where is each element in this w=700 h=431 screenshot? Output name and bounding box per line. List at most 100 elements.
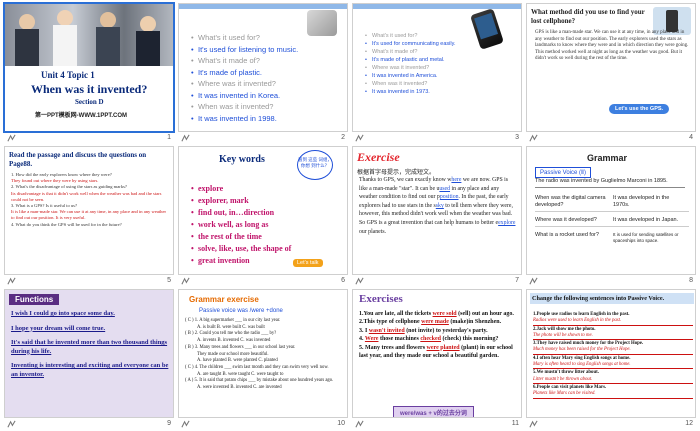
animation-icon — [355, 420, 364, 429]
animation-icon — [355, 134, 364, 143]
slide-number: 1 — [167, 134, 171, 141]
animation-icon — [7, 420, 16, 429]
keyword-item: explorer, mark — [191, 195, 341, 207]
list-item: It's used for listening to music. — [191, 44, 341, 56]
people-photo — [5, 4, 173, 66]
slide-thumbnail-3[interactable]: What's it used for? It's used for commun… — [352, 3, 522, 132]
list-item: It was invented in America. — [365, 72, 515, 80]
answer-blank[interactable]: were sold — [433, 311, 457, 317]
slide-tile-12[interactable]: Change the following sentences into Pass… — [526, 289, 696, 431]
slide-number: 6 — [341, 277, 345, 284]
options-line: A. have planted B. were planted C. plant… — [197, 358, 278, 364]
exercise-line: 3. I wasn't invited (not invite) to yest… — [359, 327, 488, 334]
animation-icon — [529, 134, 538, 143]
options-line: A. invents B. invented C. was invented — [197, 338, 271, 344]
list-item: It was invented in Korea. — [191, 90, 341, 102]
slide-tile-2[interactable]: What's it used for? It's used for listen… — [178, 3, 348, 145]
slide-number: 2 — [341, 134, 345, 141]
functions-title: Functions — [9, 294, 60, 305]
answer-blank[interactable]: Were — [365, 336, 379, 342]
answer-cell: It was developed in the 1970s. — [613, 195, 670, 208]
answer-blank[interactable]: were planted — [427, 345, 460, 351]
slide-tile-6[interactable]: Key words explore explorer, mark find ou… — [178, 146, 348, 288]
slide-tile-7[interactable]: Exercise 根据首字母提示，完成短文。 Thanks to GPS, we… — [352, 146, 522, 288]
slide-number: 9 — [167, 420, 171, 427]
answer-cell: It was developed in Japan. — [613, 217, 679, 223]
blank-answer[interactable]: position — [440, 194, 459, 200]
answer-blank[interactable]: checked — [420, 336, 441, 342]
slide-tile-11[interactable]: Exercises 1.You are late, all the ticket… — [352, 289, 522, 431]
exercise-line: 5. Many trees and flowers were planted (… — [359, 344, 513, 360]
section-label: Section D — [75, 98, 104, 106]
slide-tile-10[interactable]: Grammar exercise Passive voice was /were… — [178, 289, 348, 431]
options-line: A. were invented B. invented C. are inve… — [197, 385, 282, 391]
question-cell: Where was it developed? — [535, 217, 597, 223]
slide-number: 10 — [337, 420, 345, 427]
slide-tile-8[interactable]: Grammar Passive Voice (Ⅱ) The radio was … — [526, 146, 696, 288]
answer-blank[interactable]: were made — [421, 319, 449, 325]
slide-number: 12 — [685, 420, 693, 427]
slide-thumbnail-9[interactable]: Functions I wish I could go into space s… — [4, 289, 174, 418]
answer-text: Its disadvantage is that it didn't work … — [11, 190, 162, 202]
slide-tile-4[interactable]: What method did you use to find your los… — [526, 3, 696, 145]
exercise-line: 4. Were those machines checked (check) t… — [359, 336, 499, 343]
keyword-item: solve, like, use, the shape of — [191, 243, 341, 255]
list-item: Where was it invented? — [191, 78, 341, 90]
slide-heading: Read the passage and discuss the questio… — [9, 151, 147, 168]
list-item: It's used for communicating easily. — [365, 40, 515, 48]
answer-cell: It is used for sending satellites or spa… — [613, 232, 679, 243]
question-heading: What method did you use to find your los… — [531, 8, 645, 25]
answer-blank[interactable]: wasn't invited — [369, 328, 405, 334]
slide-thumbnail-10[interactable]: Grammar exercise Passive voice was /were… — [178, 289, 348, 418]
exercise-title: Exercise — [357, 150, 400, 164]
keyword-item: find out, in…direction — [191, 207, 341, 219]
animation-icon — [7, 134, 16, 143]
slide-sorter-grid: Unit 4 Topic 1 When was it invented? Sec… — [0, 0, 700, 431]
exercises-title: Exercises — [359, 293, 403, 305]
animation-icon — [529, 420, 538, 429]
slide-number: 8 — [689, 277, 693, 284]
list-item: Where was it invented? — [365, 64, 515, 72]
passive-voice-box: Passive Voice (Ⅱ) — [535, 167, 591, 178]
list-item: What's it used for? — [365, 32, 515, 40]
function-sentence: Inventing is interesting and exciting an… — [11, 362, 169, 378]
question-cell: When was the digital camera developed? — [535, 195, 606, 208]
blank-answer[interactable]: here — [451, 177, 461, 183]
keyword-item: explore — [191, 183, 341, 195]
credit-text: 第一PPT模板网-WWW.1PPT.COM — [35, 113, 127, 119]
gps-paragraph: GPS is like a man-made star. We can use … — [535, 30, 689, 62]
question-line: ( C ) 1. A big supermarket ___ in our ci… — [185, 318, 281, 323]
slide-thumbnail-5[interactable]: Read the passage and discuss the questio… — [4, 146, 174, 275]
lesson-title: When was it invented? — [31, 82, 148, 96]
lets-talk-badge: Let's talk — [293, 259, 323, 267]
slide-thumbnail-11[interactable]: Exercises 1.You are late, all the ticket… — [352, 289, 522, 418]
list-item: What's it used for? — [191, 32, 341, 44]
slide-heading: Change the following sentences into Pass… — [530, 293, 694, 304]
question-line: They made our school more beautiful. — [197, 351, 269, 357]
slide-thumbnail-1[interactable]: Unit 4 Topic 1 When was it invented? Sec… — [3, 2, 175, 133]
list-item: What's it made of? — [191, 55, 341, 67]
sentence-passive: The photo will be shown to me. — [533, 333, 693, 341]
list-item: It was invented in 1973. — [365, 88, 515, 96]
slide-thumbnail-8[interactable]: Grammar Passive Voice (Ⅱ) The radio was … — [526, 146, 696, 275]
slide-tile-3[interactable]: What's it used for? It's used for commun… — [352, 3, 522, 145]
blank-answer[interactable]: used — [439, 186, 450, 192]
slide-number: 5 — [167, 277, 171, 284]
thought-bubble: 看到 这些 词组，你想 到什么？ — [297, 150, 333, 180]
animation-icon — [355, 277, 364, 286]
lets-use-gps-button[interactable]: Let's use the GPS. — [609, 104, 670, 114]
slide-thumbnail-12[interactable]: Change the following sentences into Pass… — [526, 289, 696, 418]
slide-thumbnail-4[interactable]: What method did you use to find your los… — [526, 3, 696, 132]
keyword-item: work well, as long as — [191, 219, 341, 231]
slide-tile-5[interactable]: Read the passage and discuss the questio… — [4, 146, 174, 288]
answer-text: It is like a man-made star. We can use i… — [11, 209, 167, 221]
slide-title: Grammar — [587, 153, 628, 163]
slide-thumbnail-7[interactable]: Exercise 根据首字母提示，完成短文。 Thanks to GPS, we… — [352, 146, 522, 275]
slide-thumbnail-6[interactable]: Key words explore explorer, mark find ou… — [178, 146, 348, 275]
slide-thumbnail-2[interactable]: What's it used for? It's used for listen… — [178, 3, 348, 132]
blank-answer[interactable]: explore — [498, 220, 515, 226]
slide-tile-1[interactable]: Unit 4 Topic 1 When was it invented? Sec… — [3, 2, 175, 145]
blank-answer[interactable]: sky — [436, 203, 444, 209]
animation-icon — [529, 277, 538, 286]
slide-tile-9[interactable]: Functions I wish I could go into space s… — [4, 289, 174, 431]
